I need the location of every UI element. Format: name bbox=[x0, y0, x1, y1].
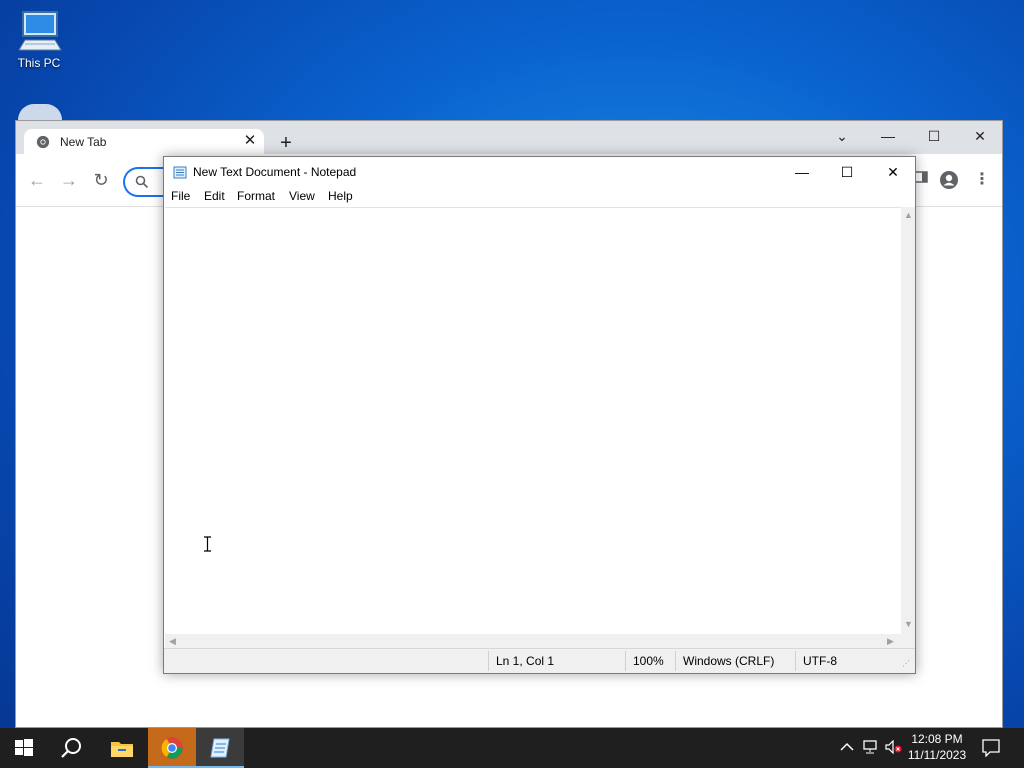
chrome-minimize-button[interactable]: — bbox=[865, 121, 911, 151]
notepad-menubar: File Edit Format View Help bbox=[164, 187, 915, 207]
taskbar-file-explorer[interactable] bbox=[98, 728, 146, 768]
chrome-icon bbox=[161, 737, 183, 759]
profile-avatar-icon[interactable] bbox=[937, 168, 961, 192]
notifications-icon[interactable] bbox=[982, 739, 1000, 758]
taskbar-clock[interactable]: 12:08 PM 11/11/2023 bbox=[902, 731, 972, 763]
notepad-statusbar: Ln 1, Col 1 100% Windows (CRLF) UTF-8 ⋰ bbox=[164, 648, 915, 673]
show-hidden-icons-chevron-up-icon[interactable] bbox=[839, 740, 855, 756]
start-button[interactable] bbox=[0, 728, 48, 768]
notepad-window-title: New Text Document - Notepad bbox=[193, 165, 357, 179]
taskbar-chrome[interactable] bbox=[148, 728, 196, 768]
taskbar: 12:08 PM 11/11/2023 bbox=[0, 728, 1024, 768]
reload-icon[interactable]: ↻ bbox=[89, 168, 113, 192]
status-separator bbox=[625, 651, 626, 671]
computer-icon bbox=[18, 11, 62, 51]
resize-grip-icon[interactable]: ⋰ bbox=[902, 659, 910, 668]
menu-view[interactable]: View bbox=[289, 189, 315, 203]
status-separator bbox=[488, 651, 489, 671]
status-cursor-position: Ln 1, Col 1 bbox=[496, 654, 555, 668]
chrome-close-button[interactable]: ✕ bbox=[957, 121, 1003, 151]
recycle-bin-icon[interactable] bbox=[18, 104, 62, 120]
scroll-down-icon[interactable]: ▼ bbox=[904, 619, 913, 629]
search-icon bbox=[61, 738, 81, 758]
notepad-text-area[interactable] bbox=[165, 207, 901, 635]
chrome-icon bbox=[36, 135, 50, 149]
start-icon bbox=[15, 739, 33, 756]
menu-file[interactable]: File bbox=[171, 189, 190, 203]
notepad-minimize-button[interactable]: — bbox=[779, 157, 825, 187]
menu-help[interactable]: Help bbox=[328, 189, 353, 203]
status-line-ending: Windows (CRLF) bbox=[683, 654, 775, 668]
tab-title: New Tab bbox=[60, 135, 107, 149]
text-cursor-icon bbox=[203, 536, 212, 552]
notepad-window: New Text Document - Notepad — ☐ ✕ File E… bbox=[163, 156, 916, 674]
scroll-right-icon[interactable]: ▶ bbox=[887, 636, 894, 647]
notepad-titlebar[interactable]: New Text Document - Notepad — ☐ ✕ bbox=[164, 157, 915, 187]
taskbar-search-button[interactable] bbox=[48, 728, 96, 768]
notepad-icon bbox=[210, 738, 230, 758]
back-arrow-icon[interactable]: ← bbox=[25, 168, 49, 192]
vertical-scrollbar[interactable]: ▲ ▼ bbox=[901, 207, 915, 634]
chrome-tab-new-tab[interactable]: New Tab ✕ bbox=[24, 129, 264, 155]
new-tab-button[interactable]: + bbox=[276, 133, 296, 154]
status-zoom: 100% bbox=[633, 654, 664, 668]
forward-arrow-icon[interactable]: → bbox=[57, 168, 81, 192]
status-separator bbox=[795, 651, 796, 671]
chrome-tabstrip: New Tab ✕ + ⌄ — ☐ ✕ bbox=[16, 121, 1003, 155]
chrome-maximize-button[interactable]: ☐ bbox=[911, 121, 957, 151]
status-encoding: UTF-8 bbox=[803, 654, 837, 668]
notepad-icon bbox=[173, 166, 187, 179]
network-icon[interactable] bbox=[862, 740, 878, 756]
status-separator bbox=[675, 651, 676, 671]
scroll-up-icon[interactable]: ▲ bbox=[904, 210, 913, 220]
horizontal-scrollbar[interactable]: ◀ ▶ bbox=[165, 634, 901, 648]
file-explorer-icon bbox=[111, 742, 133, 757]
volume-muted-icon[interactable] bbox=[885, 739, 902, 756]
desktop-icon-label: This PC bbox=[17, 56, 61, 70]
tab-search-chevron-down-icon[interactable]: ⌄ bbox=[819, 121, 865, 151]
desktop-icon-this-pc[interactable]: This PC bbox=[4, 10, 74, 70]
scrollbar-corner bbox=[901, 634, 915, 648]
menu-format[interactable]: Format bbox=[237, 189, 275, 203]
clock-date: 11/11/2023 bbox=[907, 748, 967, 762]
chrome-menu-kebab-icon[interactable]: ⋮ bbox=[970, 168, 994, 192]
tab-close-icon[interactable]: ✕ bbox=[242, 133, 258, 149]
taskbar-notepad[interactable] bbox=[196, 728, 244, 768]
clock-time: 12:08 PM bbox=[911, 732, 963, 746]
menu-edit[interactable]: Edit bbox=[204, 189, 225, 203]
notepad-close-button[interactable]: ✕ bbox=[870, 157, 916, 187]
search-icon bbox=[135, 175, 149, 189]
notepad-maximize-button[interactable]: ☐ bbox=[824, 157, 870, 187]
scroll-left-icon[interactable]: ◀ bbox=[169, 636, 176, 647]
